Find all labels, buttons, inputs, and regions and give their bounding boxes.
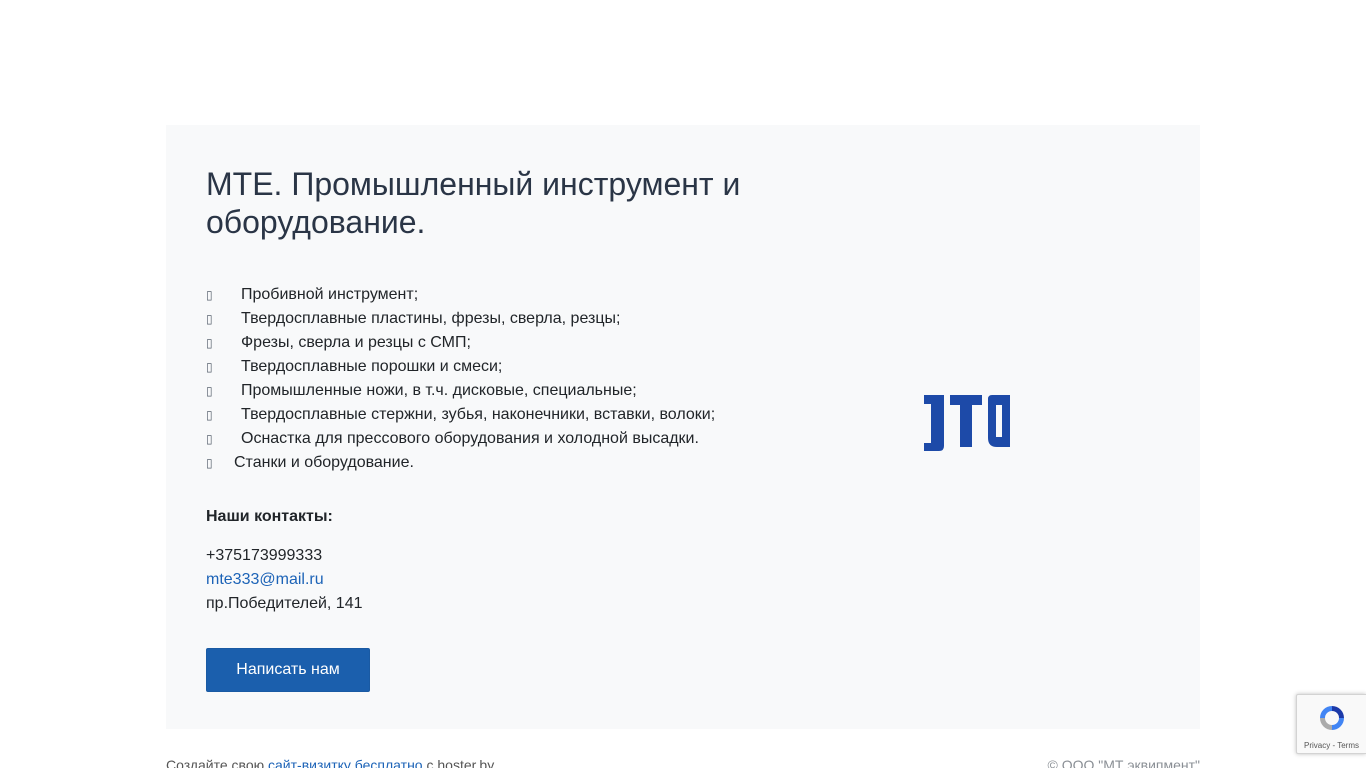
footer-suffix: с hoster.by xyxy=(426,757,495,768)
list-item: Промышленные ножи, в т.ч. дисковые, спец… xyxy=(206,379,786,403)
bullet-icon xyxy=(206,403,241,427)
list-item-label: Станки и оборудование. xyxy=(234,454,414,471)
bullet-icon xyxy=(206,379,241,403)
hero-content: МТЕ. Промышленный инструмент и оборудова… xyxy=(206,165,786,692)
footer-credit: Создайте свою сайт-визитку бесплатно с h… xyxy=(166,756,494,768)
footer-prefix: Создайте свою xyxy=(166,757,265,768)
contacts-heading: Наши контакты: xyxy=(206,508,333,525)
bullet-icon xyxy=(206,331,241,355)
bullet-icon xyxy=(206,283,241,307)
contacts-block: +375173999333 mte333@mail.ru пр.Победите… xyxy=(206,544,786,616)
bullet-icon xyxy=(206,451,234,475)
recaptcha-links[interactable]: Privacy - Terms xyxy=(1297,741,1366,750)
footer-copyright: © ООО "МТ эквипмент" xyxy=(1047,757,1200,768)
list-item-label: Промышленные ножи, в т.ч. дисковые, спец… xyxy=(241,382,637,399)
list-item: Оснастка для прессового оборудования и х… xyxy=(206,427,786,451)
list-item: Твердосплавные стержни, зубья, наконечни… xyxy=(206,403,786,427)
email-link[interactable]: mte333@mail.ru xyxy=(206,568,786,592)
list-item-label: Твердосплавные пластины, фрезы, сверла, … xyxy=(241,310,621,327)
list-item: Фрезы, сверла и резцы с СМП; xyxy=(206,331,786,355)
page: МТЕ. Промышленный инструмент и оборудова… xyxy=(0,0,1366,768)
recaptcha-icon xyxy=(1320,706,1344,730)
bullet-icon xyxy=(206,427,241,451)
list-item: Станки и оборудование. xyxy=(206,451,786,475)
list-item-label: Оснастка для прессового оборудования и х… xyxy=(241,430,699,447)
hero-card: МТЕ. Промышленный инструмент и оборудова… xyxy=(166,125,1200,729)
mte-logo-icon xyxy=(924,395,1010,451)
page-title: МТЕ. Промышленный инструмент и оборудова… xyxy=(206,166,741,240)
bullet-icon xyxy=(206,355,241,379)
address: пр.Победителей, 141 xyxy=(206,595,363,612)
footer-link[interactable]: сайт-визитку бесплатно xyxy=(268,757,423,768)
contact-us-button[interactable]: Написать нам xyxy=(206,648,370,692)
list-item: Пробивной инструмент; xyxy=(206,283,786,307)
recaptcha-badge[interactable]: Privacy - Terms xyxy=(1296,694,1366,754)
phone-number: +375173999333 xyxy=(206,547,323,564)
bullet-icon xyxy=(206,307,241,331)
feature-list: Пробивной инструмент; Твердосплавные пла… xyxy=(206,283,786,475)
list-item: Твердосплавные пластины, фрезы, сверла, … xyxy=(206,307,786,331)
list-item-label: Твердосплавные стержни, зубья, наконечни… xyxy=(241,406,716,423)
list-item-label: Фрезы, сверла и резцы с СМП; xyxy=(241,334,471,351)
list-item-label: Пробивной инструмент; xyxy=(241,286,419,303)
list-item-label: Твердосплавные порошки и смеси; xyxy=(241,358,503,375)
list-item: Твердосплавные порошки и смеси; xyxy=(206,355,786,379)
